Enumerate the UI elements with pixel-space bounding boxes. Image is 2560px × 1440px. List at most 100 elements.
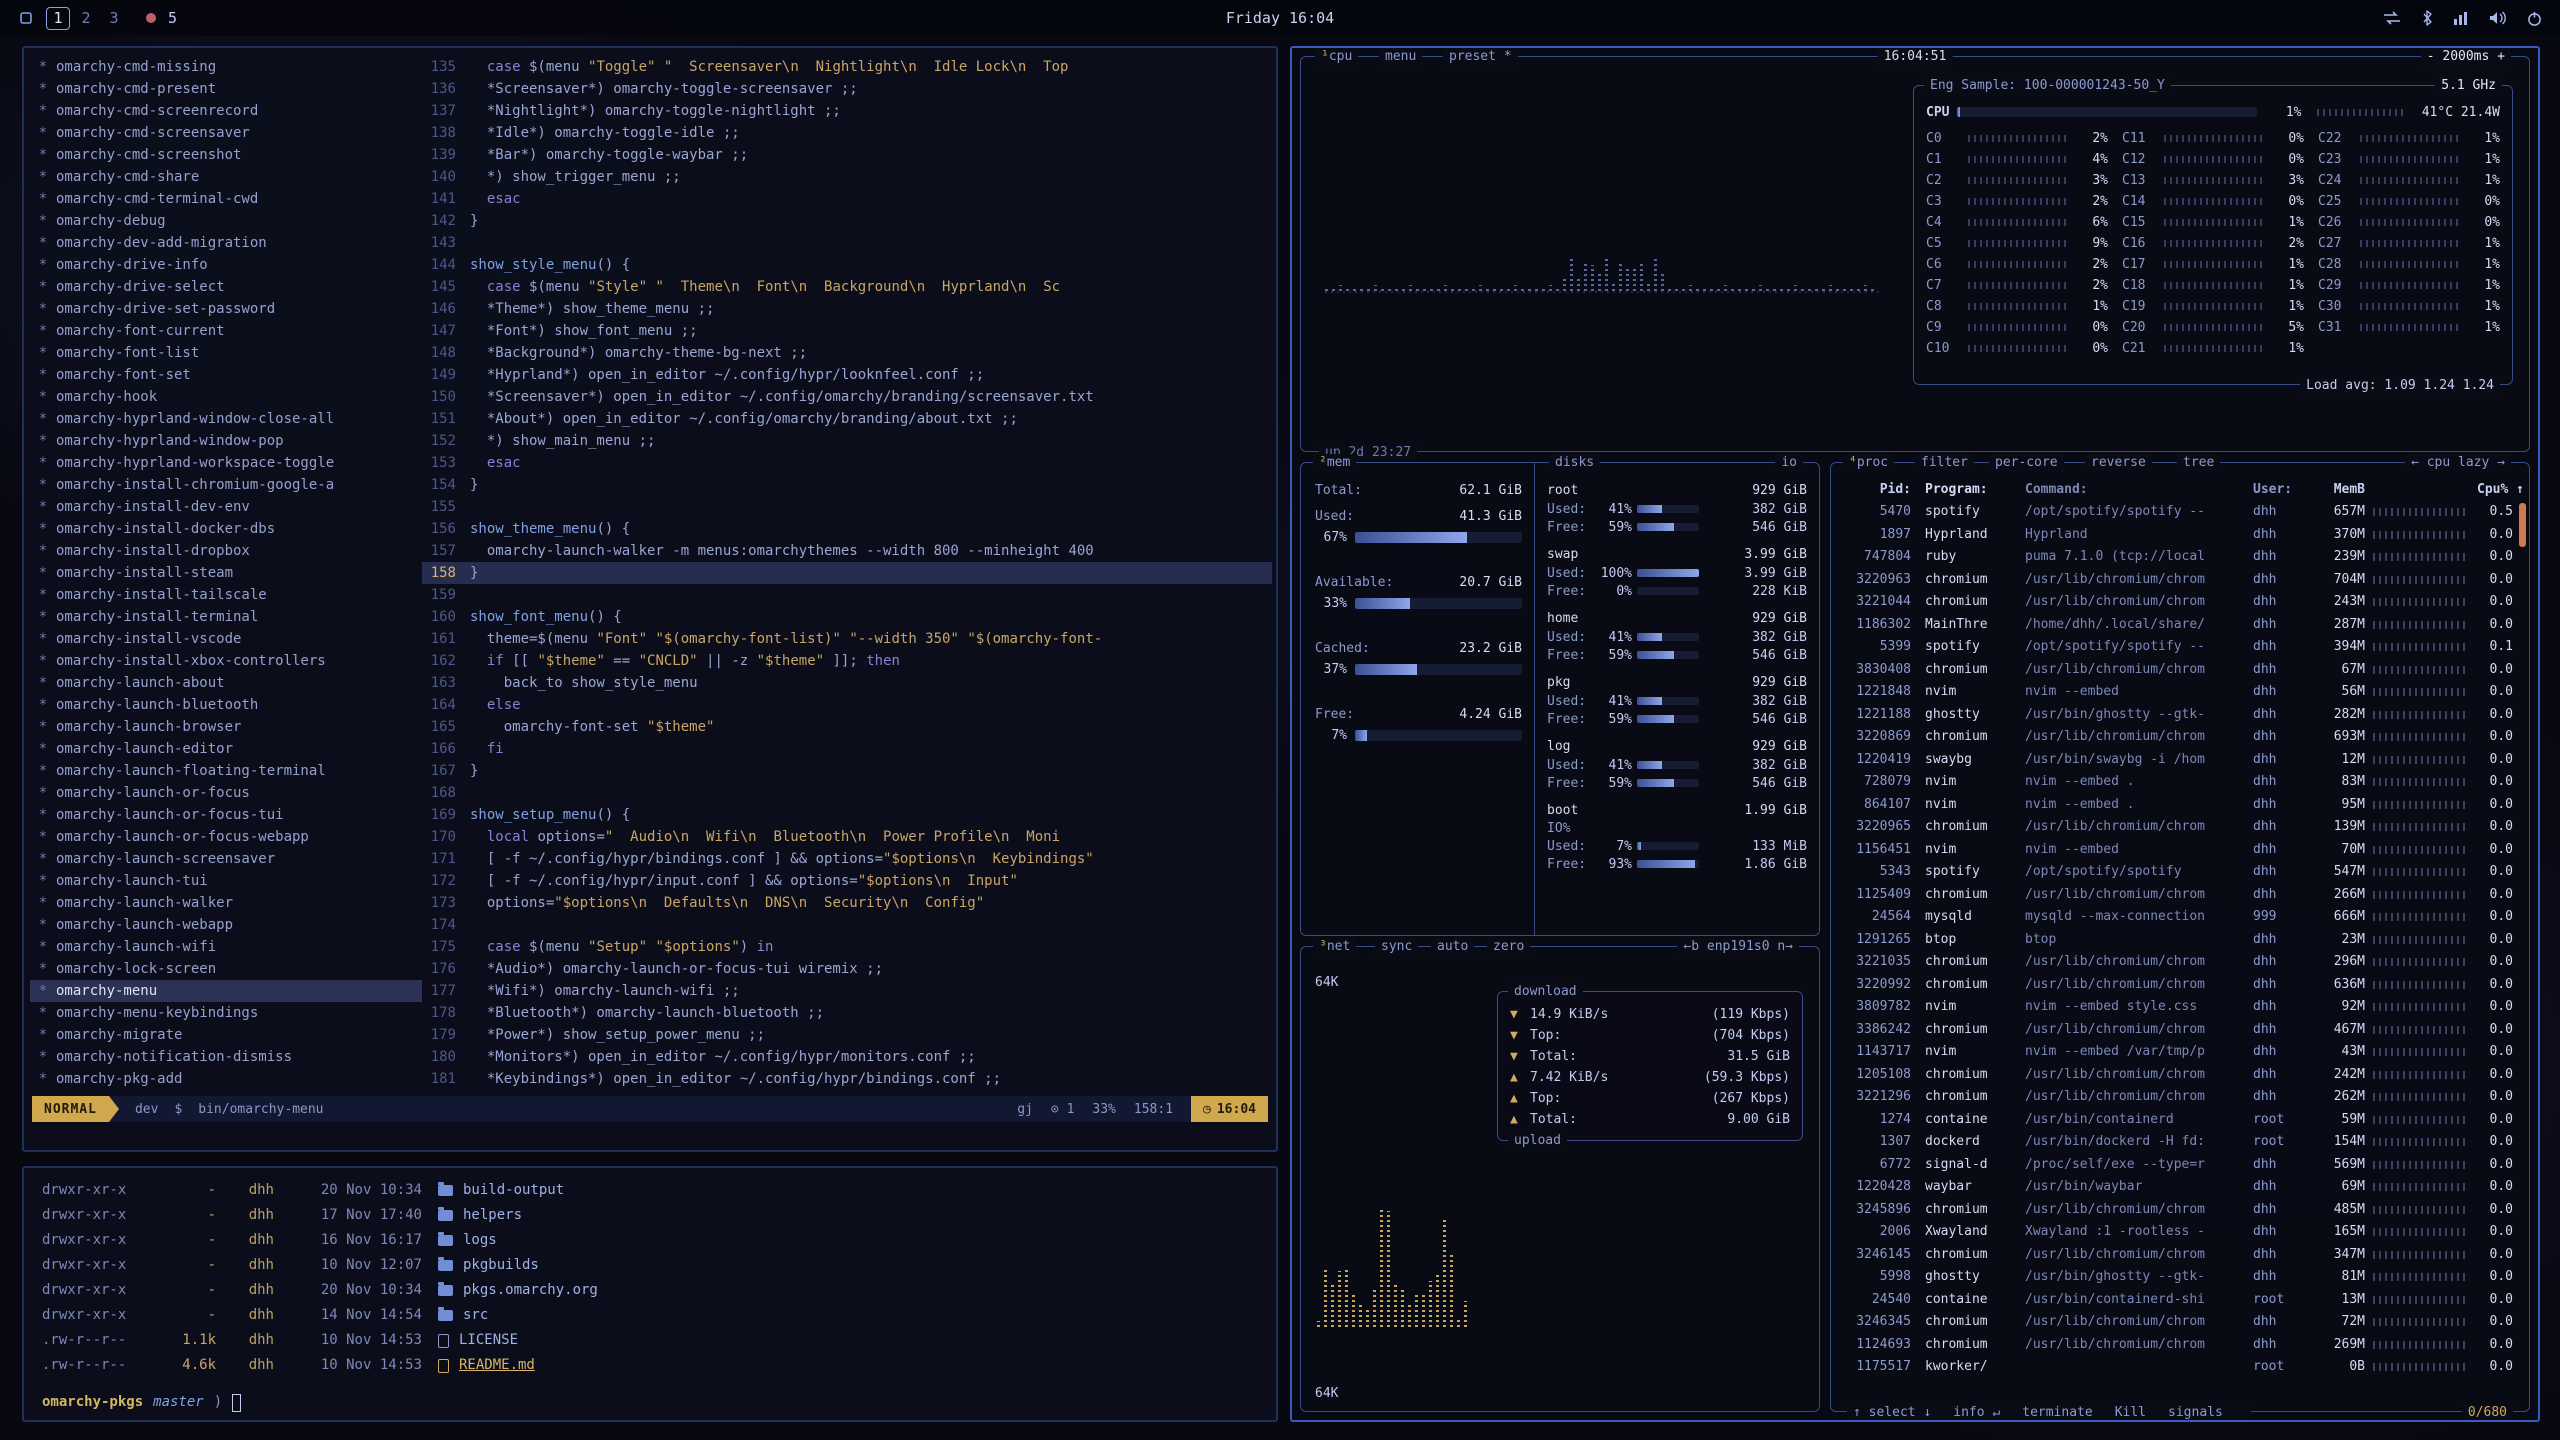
process-row[interactable]: 747804 ruby puma 7.1.0 (tcp://local dhh … (1839, 546, 2523, 569)
bluetooth-icon[interactable] (2421, 10, 2433, 26)
menu-button[interactable]: menu (1379, 48, 1422, 65)
process-table-header[interactable]: Pid: Program: Command: User: MemB Cpu% ↑ (1839, 479, 2523, 501)
file-tree-item[interactable]: * omarchy-cmd-present (30, 78, 422, 100)
file-tree-item[interactable]: * omarchy-hyprland-workspace-toggle (30, 452, 422, 474)
code-line[interactable]: 161 theme=$(menu "Font" "$(omarchy-font-… (422, 628, 1272, 650)
file-tree-item[interactable]: * omarchy-font-list (30, 342, 422, 364)
process-row[interactable]: 3221035 chromium /usr/lib/chromium/chrom… (1839, 951, 2523, 974)
editor-window[interactable]: * omarchy-cmd-missing * omarchy-cmd-pres… (22, 46, 1278, 1152)
file-tree-item[interactable]: * omarchy-launch-or-focus (30, 782, 422, 804)
code-line[interactable]: 153 esac (422, 452, 1272, 474)
code-line[interactable]: 171 [ -f ~/.config/hypr/bindings.conf ] … (422, 848, 1272, 870)
file-tree-item[interactable]: * omarchy-launch-webapp (30, 914, 422, 936)
code-line[interactable]: 179 *Power*) show_setup_power_menu ;; (422, 1024, 1272, 1046)
code-line[interactable]: 147 *Font*) show_font_menu ;; (422, 320, 1272, 342)
code-line[interactable]: 154 } (422, 474, 1272, 496)
code-line[interactable]: 155 (422, 496, 1272, 518)
file-tree-item[interactable]: * omarchy-launch-or-focus-webapp (30, 826, 422, 848)
process-row[interactable]: 1156451 nvim nvim --embed dhh 70M 0.0 (1839, 839, 2523, 862)
file-tree-item[interactable]: * omarchy-lock-screen (30, 958, 422, 980)
chart-icon[interactable] (2453, 11, 2469, 25)
process-row[interactable]: 1220419 swaybg /usr/bin/swaybg -i /hom d… (1839, 749, 2523, 772)
net-zero-toggle[interactable]: zero (1487, 938, 1530, 955)
power-icon[interactable] (2527, 11, 2542, 26)
proc-footer-hint[interactable]: info ↵ (1953, 1405, 2000, 1420)
code-line[interactable]: 170 local options=" Audio\n Wifi\n Bluet… (422, 826, 1272, 848)
btop-window[interactable]: ¹cpu menu preset * 16:04:51 - 2000ms + E… (1290, 46, 2540, 1422)
code-line[interactable]: 139 *Bar*) omarchy-toggle-waybar ;; (422, 144, 1272, 166)
file-tree-item[interactable]: * omarchy-launch-floating-terminal (30, 760, 422, 782)
process-row[interactable]: 3220965 chromium /usr/lib/chromium/chrom… (1839, 816, 2523, 839)
code-line[interactable]: 142 } (422, 210, 1272, 232)
file-tree-item[interactable]: * omarchy-drive-select (30, 276, 422, 298)
proc-per-core-toggle[interactable]: per-core (1989, 454, 2064, 471)
proc-tree-toggle[interactable]: tree (2177, 454, 2220, 471)
code-line[interactable]: 144 show_style_menu() { (422, 254, 1272, 276)
proc-filter-button[interactable]: filter (1915, 454, 1974, 471)
code-line[interactable]: 167 } (422, 760, 1272, 782)
file-tree-item[interactable]: * omarchy-cmd-missing (30, 56, 422, 78)
process-row[interactable]: 3221296 chromium /usr/lib/chromium/chrom… (1839, 1086, 2523, 1109)
process-row[interactable]: 728079 nvim nvim --embed . dhh 83M 0.0 (1839, 771, 2523, 794)
code-line[interactable]: 176 *Audio*) omarchy-launch-or-focus-tui… (422, 958, 1272, 980)
process-row[interactable]: 1221188 ghostty /usr/bin/ghostty --gtk- … (1839, 704, 2523, 727)
process-row[interactable]: 5470 spotify /opt/spotify/spotify -- dhh… (1839, 501, 2523, 524)
col-user[interactable]: User: (2253, 479, 2311, 501)
proc-sort-mode[interactable]: ← cpu lazy → (2405, 454, 2511, 471)
process-row[interactable]: 1307 dockerd /usr/bin/dockerd -H fd: roo… (1839, 1131, 2523, 1154)
net-sync-toggle[interactable]: sync (1375, 938, 1418, 955)
file-tree-item[interactable]: * omarchy-drive-info (30, 254, 422, 276)
process-row[interactable]: 3386242 chromium /usr/lib/chromium/chrom… (1839, 1019, 2523, 1042)
process-row[interactable]: 1897 Hyprland Hyprland dhh 370M 0.0 (1839, 524, 2523, 547)
process-row[interactable]: 3246345 chromium /usr/lib/chromium/chrom… (1839, 1311, 2523, 1334)
file-tree-item[interactable]: * omarchy-install-terminal (30, 606, 422, 628)
code-line[interactable]: 177 *Wifi*) omarchy-launch-wifi ;; (422, 980, 1272, 1002)
code-line[interactable]: 175 case $(menu "Setup" "$options") in (422, 936, 1272, 958)
file-tree-item[interactable]: * omarchy-install-docker-dbs (30, 518, 422, 540)
code-line[interactable]: 150 *Screensaver*) open_in_editor ~/.con… (422, 386, 1272, 408)
tab-net[interactable]: ³net (1313, 938, 1356, 955)
tab-mem[interactable]: ²mem (1313, 454, 1356, 471)
proc-footer-hint[interactable]: Kill (2115, 1405, 2146, 1420)
code-line[interactable]: 135 case $(menu "Toggle" " Screensaver\n… (422, 56, 1272, 78)
col-command[interactable]: Command: (2025, 479, 2253, 501)
file-tree-item[interactable]: * omarchy-launch-walker (30, 892, 422, 914)
code-line[interactable]: 180 *Monitors*) open_in_editor ~/.config… (422, 1046, 1272, 1068)
process-row[interactable]: 1221848 nvim nvim --embed dhh 56M 0.0 (1839, 681, 2523, 704)
file-tree-item[interactable]: * omarchy-launch-browser (30, 716, 422, 738)
code-line[interactable]: 162 if [[ "$theme" == "CNCLD" || -z "$th… (422, 650, 1272, 672)
file-tree-item[interactable]: * omarchy-hook (30, 386, 422, 408)
code-line[interactable]: 140 *) show_trigger_menu ;; (422, 166, 1272, 188)
code-line[interactable]: 169 show_setup_menu() { (422, 804, 1272, 826)
code-line[interactable]: 156 show_theme_menu() { (422, 518, 1272, 540)
workspace-button[interactable]: 2 (74, 7, 98, 30)
tab-cpu[interactable]: ¹cpu (1315, 48, 1358, 65)
file-tree-item[interactable]: * omarchy-cmd-screensaver (30, 122, 422, 144)
file-tree-item[interactable]: * omarchy-menu (30, 980, 422, 1002)
process-row[interactable]: 864107 nvim nvim --embed . dhh 95M 0.0 (1839, 794, 2523, 817)
file-tree-item[interactable]: * omarchy-launch-editor (30, 738, 422, 760)
code-line[interactable]: 149 *Hyprland*) open_in_editor ~/.config… (422, 364, 1272, 386)
proc-footer-hint[interactable]: terminate (2022, 1405, 2092, 1420)
file-tree-item[interactable]: * omarchy-font-set (30, 364, 422, 386)
file-tree-item[interactable]: * omarchy-install-tailscale (30, 584, 422, 606)
file-tree-item[interactable]: * omarchy-install-dev-env (30, 496, 422, 518)
file-tree-item[interactable]: * omarchy-font-current (30, 320, 422, 342)
code-line[interactable]: 146 *Theme*) show_theme_menu ;; (422, 298, 1272, 320)
file-tree-item[interactable]: * omarchy-launch-about (30, 672, 422, 694)
process-row[interactable]: 3830408 chromium /usr/lib/chromium/chrom… (1839, 659, 2523, 682)
code-line[interactable]: 151 *About*) open_in_editor ~/.config/om… (422, 408, 1272, 430)
process-row[interactable]: 1205108 chromium /usr/lib/chromium/chrom… (1839, 1064, 2523, 1087)
file-tree-item[interactable]: * omarchy-notification-dismiss (30, 1046, 422, 1068)
terminal-window[interactable]: drwxr-xr-x - dhh 20 Nov 10:34 build-outp… (22, 1166, 1278, 1422)
process-row[interactable]: 24564 mysqld mysqld --max-connection 999… (1839, 906, 2523, 929)
file-tree-item[interactable]: * omarchy-install-steam (30, 562, 422, 584)
file-tree-item[interactable]: * omarchy-launch-tui (30, 870, 422, 892)
code-line[interactable]: 166 fi (422, 738, 1272, 760)
file-tree-item[interactable]: * omarchy-cmd-terminal-cwd (30, 188, 422, 210)
code-line[interactable]: 164 else (422, 694, 1272, 716)
file-tree-item[interactable]: * omarchy-launch-or-focus-tui (30, 804, 422, 826)
file-tree-item[interactable]: * omarchy-install-xbox-controllers (30, 650, 422, 672)
code-line[interactable]: 145 case $(menu "Style" " Theme\n Font\n… (422, 276, 1272, 298)
code-line[interactable]: 159 (422, 584, 1272, 606)
